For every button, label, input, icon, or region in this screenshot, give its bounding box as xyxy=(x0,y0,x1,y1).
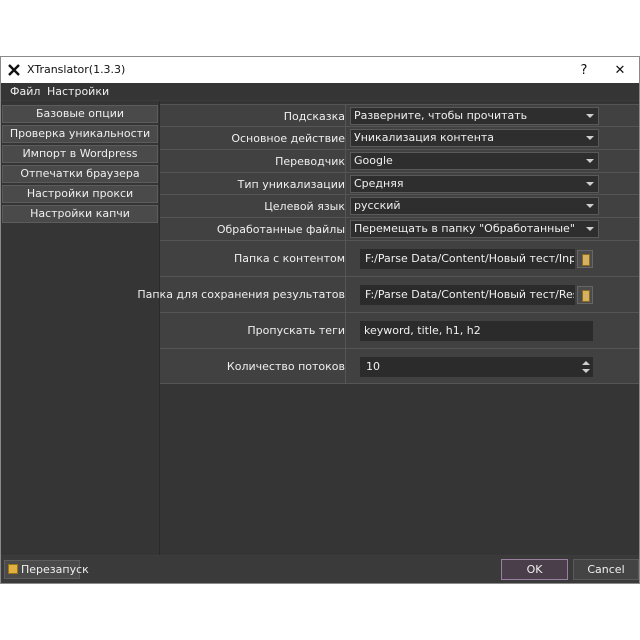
skip-tags-label: Пропускать теги xyxy=(247,324,345,337)
chevron-down-icon xyxy=(586,136,594,140)
hint-value: Разверните, чтобы прочитать xyxy=(354,109,528,122)
results-folder-browse-button[interactable] xyxy=(577,286,593,304)
row-divider xyxy=(345,218,346,240)
bottom-bar: Перезапуск OK Cancel xyxy=(1,556,639,583)
row-divider xyxy=(345,195,346,217)
processed-files-row: Обработанные файлы Перемещать в папку "О… xyxy=(160,217,639,240)
translator-dropdown[interactable]: Google xyxy=(350,152,599,170)
hint-label: Подсказка xyxy=(283,110,345,123)
chevron-down-icon xyxy=(586,227,594,231)
sidebar-item-browser-fingerprints[interactable]: Отпечатки браузера xyxy=(2,165,158,183)
menu-settings[interactable]: Настройки xyxy=(47,85,109,98)
row-divider xyxy=(345,241,346,276)
close-button[interactable]: ✕ xyxy=(605,57,635,83)
skip-tags-input[interactable]: keyword, title, h1, h2 xyxy=(360,321,593,341)
spin-up-icon[interactable] xyxy=(582,361,590,365)
folder-icon xyxy=(582,254,590,266)
sidebar-item-proxy-settings[interactable]: Настройки прокси xyxy=(2,185,158,203)
chevron-down-icon xyxy=(586,182,594,186)
chevron-down-icon xyxy=(586,204,594,208)
content-folder-browse-button[interactable] xyxy=(577,250,593,268)
target-lang-value: русский xyxy=(354,199,401,212)
row-divider xyxy=(345,105,346,126)
menu-file[interactable]: Файл xyxy=(10,85,40,98)
main-action-value: Уникализация контента xyxy=(354,131,495,144)
sidebar-item-wordpress-import[interactable]: Импорт в Wordpress xyxy=(2,145,158,163)
uniq-type-row: Тип уникализации Средняя xyxy=(160,172,639,194)
results-folder-field[interactable]: F:/Parse Data/Content/Новый тест/Results xyxy=(360,285,575,305)
sidebar: Базовые опции Проверка уникальности Импо… xyxy=(1,101,160,555)
sidebar-item-captcha-settings[interactable]: Настройки капчи xyxy=(2,205,158,223)
processed-files-dropdown[interactable]: Перемещать в папку "Обработанные" xyxy=(350,220,599,238)
chevron-down-icon xyxy=(586,114,594,118)
skip-tags-row: Пропускать теги keyword, title, h1, h2 xyxy=(160,312,639,348)
threads-label: Количество потоков xyxy=(226,360,345,373)
title-bar: XTranslator(1.3.3) ? ✕ xyxy=(1,57,639,83)
content-folder-field[interactable]: F:/Parse Data/Content/Новый тест/Input xyxy=(360,249,575,269)
target-lang-dropdown[interactable]: русский xyxy=(350,197,599,215)
hint-row: Подсказка Разверните, чтобы прочитать xyxy=(160,104,639,126)
translator-label: Переводчик xyxy=(275,155,345,168)
row-divider xyxy=(345,150,346,172)
app-window: XTranslator(1.3.3) ? ✕ Файл Настройки Ба… xyxy=(0,56,640,584)
uniq-type-value: Средняя xyxy=(354,177,404,190)
row-divider xyxy=(345,349,346,383)
restart-icon xyxy=(8,564,18,574)
sidebar-item-basic-options[interactable]: Базовые опции xyxy=(2,105,158,123)
chevron-down-icon xyxy=(586,159,594,163)
translator-value: Google xyxy=(354,154,393,167)
row-divider xyxy=(345,313,346,348)
processed-files-value: Перемещать в папку "Обработанные" xyxy=(354,222,575,235)
folder-icon xyxy=(582,290,590,302)
help-button[interactable]: ? xyxy=(569,57,599,83)
target-lang-label: Целевой язык xyxy=(264,200,345,213)
processed-files-label: Обработанные файлы xyxy=(216,223,345,236)
window-title: XTranslator(1.3.3) xyxy=(27,63,126,76)
threads-row: Количество потоков 10 xyxy=(160,348,639,384)
results-folder-row: Папка для сохранения результатов F:/Pars… xyxy=(137,276,639,312)
spin-down-icon[interactable] xyxy=(582,369,590,373)
threads-value: 10 xyxy=(366,360,380,373)
restart-label: Перезапуск xyxy=(21,563,89,576)
main-action-dropdown[interactable]: Уникализация контента xyxy=(350,129,599,147)
row-divider xyxy=(345,127,346,149)
row-divider xyxy=(345,277,346,312)
main-action-row: Основное действие Уникализация контента xyxy=(160,126,639,149)
target-lang-row: Целевой язык русский xyxy=(160,194,639,217)
translator-row: Переводчик Google xyxy=(160,149,639,172)
x-logo-icon xyxy=(8,64,20,76)
content-folder-row: Папка с контентом F:/Parse Data/Content/… xyxy=(160,240,639,276)
hint-dropdown[interactable]: Разверните, чтобы прочитать xyxy=(350,107,599,125)
threads-spinbox[interactable]: 10 xyxy=(360,357,593,377)
uniq-type-dropdown[interactable]: Средняя xyxy=(350,175,599,193)
uniq-type-label: Тип уникализации xyxy=(237,178,345,191)
main-action-label: Основное действие xyxy=(231,132,345,145)
cancel-button[interactable]: Cancel xyxy=(573,559,639,580)
content-folder-label: Папка с контентом xyxy=(234,252,345,265)
ok-button[interactable]: OK xyxy=(501,559,568,580)
menu-bar: Файл Настройки xyxy=(1,83,639,100)
restart-button[interactable]: Перезапуск xyxy=(4,560,89,579)
settings-panel: Подсказка Разверните, чтобы прочитать Ос… xyxy=(137,101,639,555)
row-divider xyxy=(345,173,346,194)
sidebar-item-uniqueness-check[interactable]: Проверка уникальности xyxy=(2,125,158,143)
results-folder-label: Папка для сохранения результатов xyxy=(137,288,345,301)
